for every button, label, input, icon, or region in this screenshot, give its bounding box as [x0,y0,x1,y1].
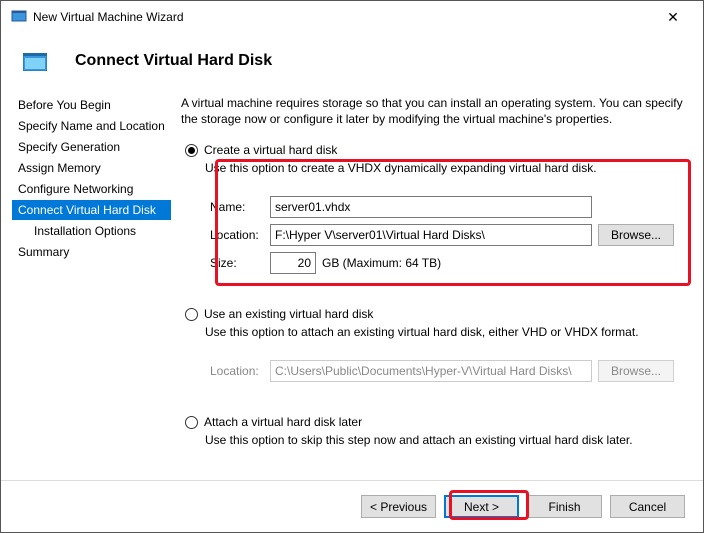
radio-create-vhd[interactable] [185,144,198,157]
sidebar-item-installation-options[interactable]: Installation Options [12,221,171,241]
header: Connect Virtual Hard Disk [1,33,703,95]
close-button[interactable]: ✕ [653,3,693,31]
attach-later-desc: Use this option to skip this step now an… [205,433,685,447]
wizard-window: New Virtual Machine Wizard ✕ Connect Vir… [0,0,704,533]
existing-browse-button: Browse... [598,360,674,382]
sidebar-item-assign-memory[interactable]: Assign Memory [12,158,171,178]
existing-location-input [270,360,592,382]
footer: < Previous Next > Finish Cancel [1,480,703,532]
app-icon [11,9,27,25]
option-existing-vhd: Use an existing virtual hard disk Use th… [181,303,685,411]
name-label: Name: [210,200,270,214]
name-input[interactable] [270,196,592,218]
previous-button[interactable]: < Previous [361,495,436,518]
finish-button[interactable]: Finish [527,495,602,518]
location-label: Location: [210,228,270,242]
create-vhd-form: Name: Location: Browse... Size: GB (Maxi… [205,185,685,291]
next-button[interactable]: Next > [444,495,519,518]
create-vhd-desc: Use this option to create a VHDX dynamic… [205,161,685,175]
server-icon [23,53,47,71]
radio-create-vhd-label[interactable]: Create a virtual hard disk [204,143,337,157]
size-suffix: GB (Maximum: 64 TB) [322,256,441,270]
page-title: Connect Virtual Hard Disk [75,52,272,70]
radio-existing-vhd-label[interactable]: Use an existing virtual hard disk [204,307,373,321]
radio-existing-vhd[interactable] [185,308,198,321]
size-input[interactable] [270,252,316,274]
radio-attach-later-label[interactable]: Attach a virtual hard disk later [204,415,362,429]
cancel-button[interactable]: Cancel [610,495,685,518]
sidebar-item-specify-generation[interactable]: Specify Generation [12,137,171,157]
main-panel: A virtual machine requires storage so th… [171,95,703,490]
size-label: Size: [210,256,270,270]
option-attach-later: Attach a virtual hard disk later Use thi… [181,411,685,469]
sidebar-item-connect-vhd[interactable]: Connect Virtual Hard Disk [12,200,171,220]
existing-vhd-form: Location: Browse... [205,349,685,399]
sidebar: Before You Begin Specify Name and Locati… [1,95,171,490]
location-input[interactable] [270,224,592,246]
window-title: New Virtual Machine Wizard [33,10,653,24]
titlebar: New Virtual Machine Wizard ✕ [1,1,703,33]
option-create-vhd: Create a virtual hard disk Use this opti… [181,139,685,303]
body: Before You Begin Specify Name and Locati… [1,95,703,490]
sidebar-item-configure-networking[interactable]: Configure Networking [12,179,171,199]
existing-vhd-desc: Use this option to attach an existing vi… [205,325,685,339]
existing-location-label: Location: [210,364,270,378]
browse-button[interactable]: Browse... [598,224,674,246]
intro-text: A virtual machine requires storage so th… [181,95,685,127]
sidebar-item-summary[interactable]: Summary [12,242,171,262]
sidebar-item-specify-name[interactable]: Specify Name and Location [12,116,171,136]
sidebar-item-before-you-begin[interactable]: Before You Begin [12,95,171,115]
radio-attach-later[interactable] [185,416,198,429]
